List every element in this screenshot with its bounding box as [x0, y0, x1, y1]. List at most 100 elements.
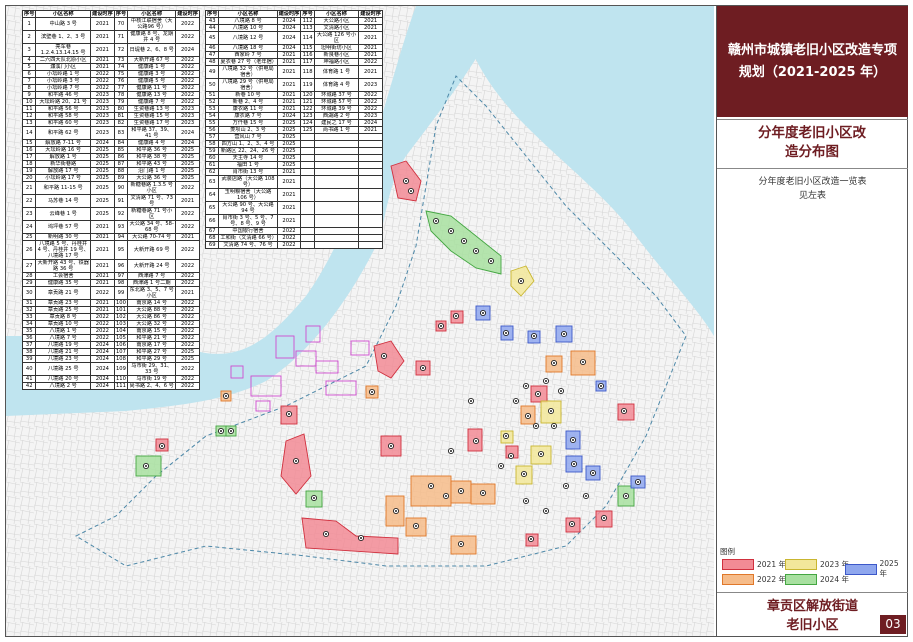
table-cell: 2022: [358, 98, 383, 106]
table-row: 38 八境路 21 号 2024 107 和平路 27 号 2025: [21, 348, 200, 356]
table-cell: 2025: [276, 126, 302, 134]
site-marker-dot: [455, 315, 457, 317]
table-row: 8 小坛岭路 7 号 2022 77 健康路 11 号 2022: [21, 84, 200, 92]
table-cell: [358, 168, 383, 176]
table-cell: 八境路 12 号: [218, 31, 278, 45]
table-cell: 108: [113, 355, 129, 363]
table-cell: 和平路 29 号: [127, 355, 177, 363]
site-marker-dot: [565, 485, 567, 487]
table-cell: 大公路 90 号、大公路 94 号: [218, 201, 278, 215]
table-row: 54 康衣路 7 号 2024 123 西湖路 2 号 2023: [204, 112, 383, 120]
site-marker-dot: [573, 463, 575, 465]
table-cell: 2022: [175, 259, 200, 273]
site-marker-dot: [572, 439, 574, 441]
table-cell: 2022: [175, 375, 200, 383]
table-cell: 文清路 71 号、73 号: [127, 194, 177, 208]
table-cell: 23: [21, 207, 37, 221]
table-cell: 沿门路 1 号: [127, 167, 177, 175]
site-marker-dot: [500, 465, 502, 467]
table-row: 34 章贡路 10 号 2022 103 大公路 32 号 2022: [21, 320, 200, 328]
col-header: 序号: [204, 10, 220, 18]
table-cell: [313, 161, 360, 169]
table-cell: 50: [204, 78, 220, 92]
table-cell: 尚书路 1 号: [313, 126, 360, 134]
table-row: 57 营风山 7 号 2025: [204, 133, 383, 141]
table-cell: 4: [21, 56, 37, 64]
table-cell: 新巷 10 号: [218, 91, 278, 99]
table-cell: 38: [21, 348, 37, 356]
table-cell: 2024: [276, 112, 302, 120]
table-cell: [300, 133, 315, 141]
site-marker-dot: [445, 495, 447, 497]
table-cell: 和平路 36 号: [127, 146, 177, 154]
table-cell: 万仟巷 15 号: [218, 119, 278, 127]
table-cell: 日堤巷 2、6、8 号: [127, 43, 177, 57]
site-marker-dot: [482, 312, 484, 314]
table-cell: 西津路 7 号: [127, 272, 177, 280]
site-marker-dot: [230, 430, 232, 432]
table-cell: [358, 188, 383, 202]
table-cell: 八境路 25 号: [35, 362, 91, 376]
table-row: 33 章贡路 8 号 2022 102 大公路 86 号 2022: [21, 313, 200, 321]
site-marker-dot: [527, 415, 529, 417]
table-cell: 78: [113, 91, 129, 99]
table-cell: 大公路 88 号: [127, 306, 177, 314]
site-marker-dot: [600, 385, 602, 387]
table-cell: 91: [113, 194, 129, 208]
table-cell: 2025: [90, 174, 115, 182]
table-cell: [358, 227, 383, 235]
table-cell: 体育路 1 号: [313, 65, 360, 79]
table-cell: 20: [21, 174, 37, 182]
table-cell: 80: [113, 105, 129, 113]
table-cell: 2025: [90, 167, 115, 175]
table-cell: 79: [113, 98, 129, 106]
site-marker-dot: [523, 473, 525, 475]
table-row: 1 中山路 3 号 2021 70 中核江联宿舍（大公路96 号） 2022: [21, 17, 200, 31]
table-cell: 八境路 7 号: [35, 334, 91, 342]
table-cell: 2021: [90, 43, 115, 57]
site-marker-dot: [440, 325, 442, 327]
table-cell: 2023: [358, 112, 383, 120]
table-cell: 109: [113, 362, 129, 376]
table-cell: 2022: [175, 362, 200, 376]
table-cell: 85: [113, 146, 129, 154]
divider: [717, 119, 908, 120]
col-header: 建设时序: [90, 10, 115, 18]
table-row: 50 八境路 29 号（供电局宿舍） 2021 119 体育路 4 号 2023: [204, 78, 383, 92]
table-cell: 2022: [276, 227, 302, 235]
table-cell: 52: [204, 98, 220, 106]
table-cell: 健康路 1 号: [127, 63, 177, 71]
table-cell: [300, 241, 315, 249]
site-marker-dot: [505, 435, 507, 437]
table-cell: 2022: [358, 91, 383, 99]
table-cell: [300, 168, 315, 176]
table-row: 18 新华街巷路 2025 87 和平路 43 号 2025: [21, 160, 200, 168]
site-marker-dot: [637, 481, 639, 483]
table-cell: 2021: [276, 188, 302, 202]
table-row: 32 章贡路 25 号 2021 101 大公路 88 号 2022: [21, 306, 200, 314]
table-cell: 和平路 56 号: [35, 105, 91, 113]
table-cell: [300, 227, 315, 235]
site-marker-dot: [415, 525, 417, 527]
table-cell: 章贡路 23 号: [35, 299, 91, 307]
table-row: 11 和平路 56 号 2023 80 生资巷路 13 号 2023: [21, 105, 200, 113]
site-marker-dot: [537, 393, 539, 395]
table-cell: 和平路 58 号: [35, 112, 91, 120]
site-marker-dot: [405, 180, 407, 182]
table-cell: 2022: [90, 70, 115, 78]
table-cell: 10: [21, 98, 37, 106]
legend-title: 图例: [720, 547, 735, 556]
table-cell: 2022: [276, 234, 302, 242]
table-cell: 南京路 15 号: [127, 327, 177, 335]
table-row: 48 夏衣巷 27 号（老年宿） 2021 117 坤福路小区 2022: [204, 58, 383, 66]
table-cell: 2021: [90, 306, 115, 314]
table-cell: 2022: [90, 313, 115, 321]
site-marker-dot: [410, 190, 412, 192]
table-cell: 2021: [90, 30, 115, 44]
table-cell: 建民之 17 号: [313, 119, 360, 127]
legend-label: 2022 年: [757, 575, 786, 584]
table-cell: 57: [204, 133, 220, 141]
table-cell: 74: [113, 63, 129, 71]
table-cell: 2022: [175, 327, 200, 335]
table-cell: 健康路 13 号: [127, 91, 177, 99]
